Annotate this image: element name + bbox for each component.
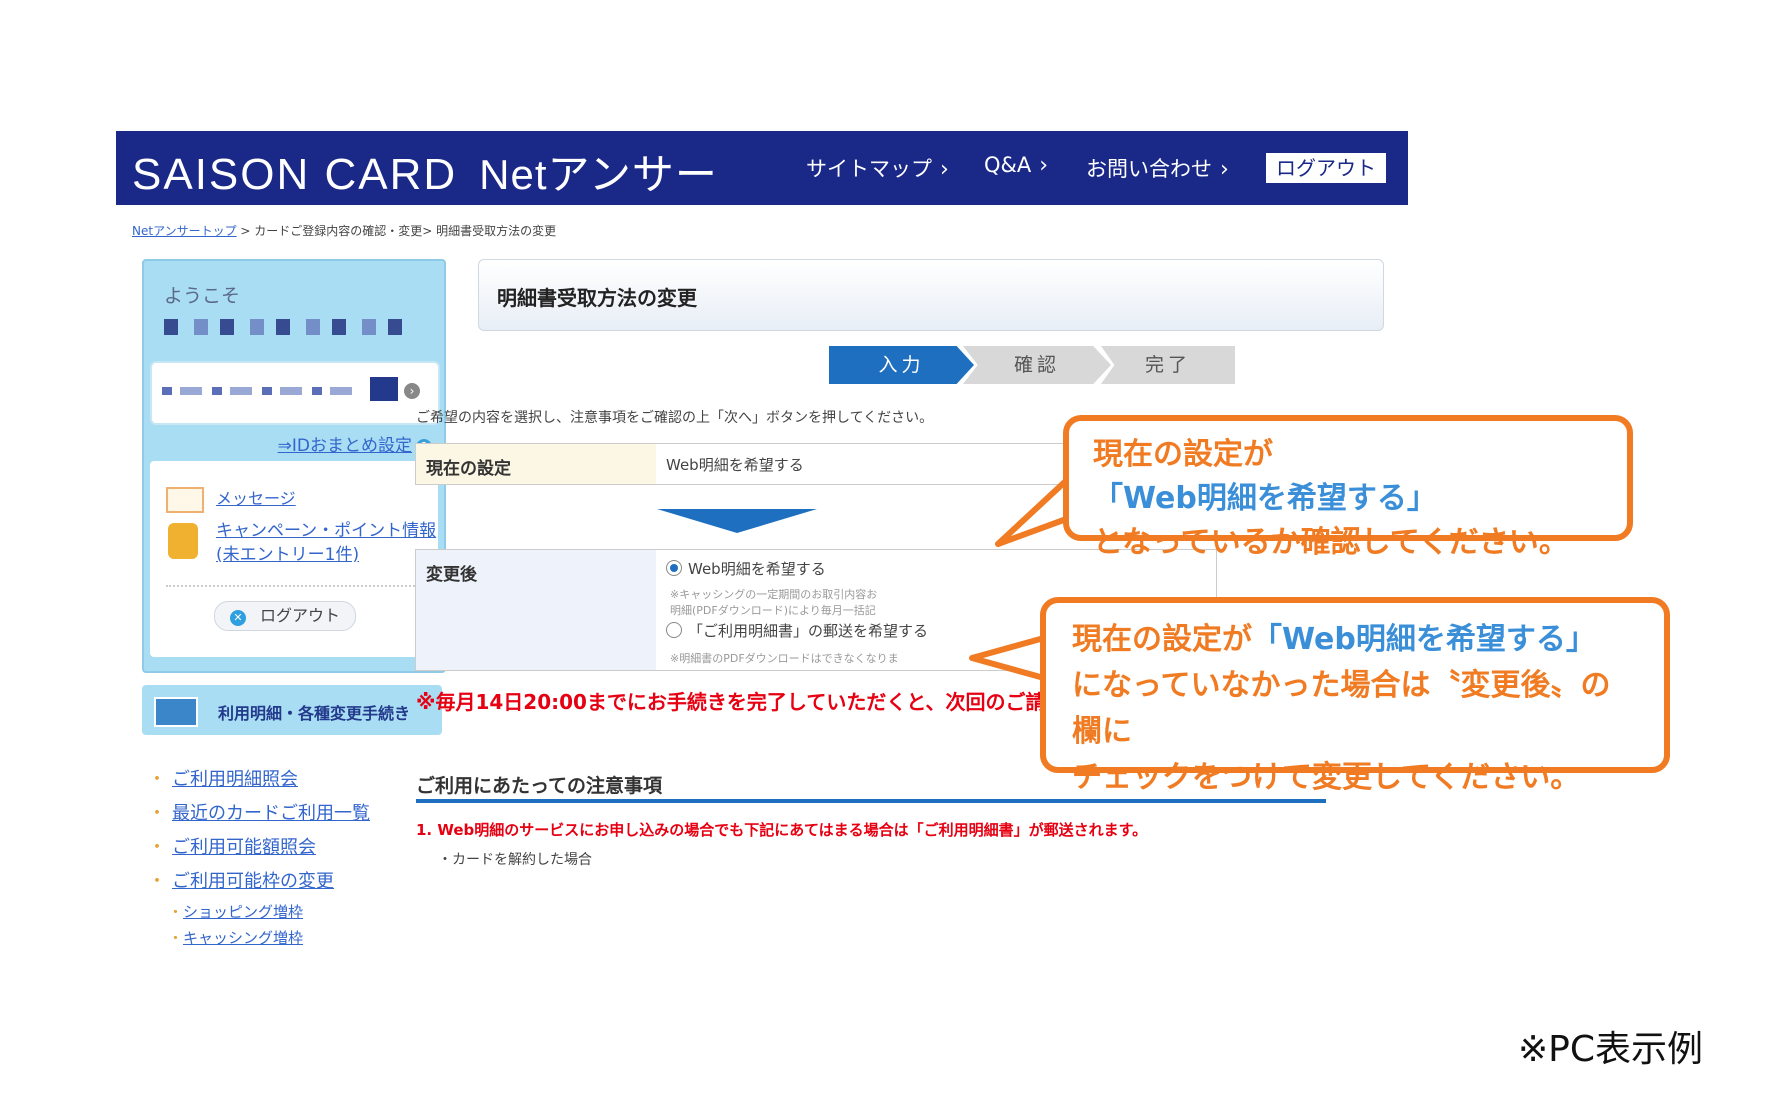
new-setting-label: 変更後	[416, 550, 656, 670]
statement-menu-header: 利用明細・各種変更手続き	[142, 685, 442, 735]
service-name: Netアンサー	[479, 151, 718, 198]
qa-link[interactable]: Q&A ›	[984, 153, 1048, 178]
callout-check-current: 現在の設定が「Web明細を希望する」 となっているか確認してください。	[1063, 415, 1633, 560]
card-switch-icon[interactable]: ›	[404, 383, 420, 399]
current-setting-value: Web明細を希望する	[666, 456, 804, 474]
chevron-right-icon: ›	[940, 157, 949, 182]
step-input: 入力	[829, 346, 974, 384]
breadcrumb-home-link[interactable]: Netアンサートップ	[132, 224, 237, 238]
option1-note-2: 明細(PDFダウンロード)により毎月一括記	[670, 604, 876, 617]
page-title-box: 明細書受取方法の変更	[478, 259, 1384, 331]
menu-item-available-amount[interactable]: ・ご利用可能額照会	[148, 833, 316, 859]
site-header: SAISON CARD Netアンサー サイトマップ › Q&A › お問い合わせ › …	[116, 131, 1408, 205]
option-web-statement[interactable]: Web明細を希望する	[666, 558, 826, 579]
note-1: 1. Web明細のサービスにお申し込みの場合でも下記にあてはまる場合は「ご利用明…	[416, 821, 1148, 839]
divider	[166, 585, 422, 587]
sidebar-user-panel: ようこそ › ⇒IDおまとめ設定? メッセージ キャンペーン・ポイント情報 (未…	[142, 259, 446, 673]
sitemap-link[interactable]: サイトマップ ›	[806, 153, 949, 183]
menu-title: 利用明細・各種変更手続き	[218, 704, 411, 723]
option2-note: ※明細書のPDFダウンロードはできなくなりま	[670, 652, 899, 665]
welcome-text: ようこそ	[164, 285, 241, 307]
radio-selected-icon[interactable]	[666, 560, 682, 576]
user-name-masked	[164, 319, 414, 335]
radio-unselected-icon[interactable]	[666, 622, 682, 638]
page-title: 明細書受取方法の変更	[497, 286, 697, 310]
breadcrumb: Netアンサートップ > カードご登録内容の確認・変更> 明細書受取方法の変更	[132, 222, 556, 239]
option-mail-statement[interactable]: 「ご利用明細書」の郵送を希望する	[666, 620, 928, 641]
menu-subitem-shopping-increase[interactable]: ・ショッピング増枠	[168, 901, 303, 922]
notes-section-title: ご利用にあたっての注意事項	[416, 775, 663, 797]
chevron-right-icon: ›	[1220, 157, 1229, 182]
callout-change-setting: 現在の設定が「Web明細を希望する」 になっていなかった場合は〝変更後〟の欄に …	[1040, 597, 1670, 795]
current-setting-label: 現在の設定	[416, 444, 656, 484]
option1-note-1: ※キャッシングの一定期間のお取引内容お	[670, 588, 878, 601]
contact-link[interactable]: お問い合わせ ›	[1086, 153, 1229, 183]
site-logo[interactable]: SAISON CARD Netアンサー	[132, 141, 718, 202]
step-complete: 完了	[1101, 346, 1235, 384]
card-icon	[370, 377, 398, 401]
campaign-link[interactable]: キャンペーン・ポイント情報 (未エントリー1件)	[216, 519, 436, 567]
pc-display-caption: ※PC表示例	[1518, 1029, 1704, 1070]
callout-2-pointer	[969, 635, 1048, 681]
card-number-masked	[162, 387, 362, 395]
close-icon: ✕	[229, 610, 246, 626]
step-confirm: 確認	[963, 346, 1111, 384]
card-selector[interactable]: ›	[150, 361, 440, 425]
callout-1-pointer	[995, 478, 1074, 547]
mail-icon	[166, 487, 204, 513]
down-arrow-icon	[657, 509, 817, 533]
header-logout-button[interactable]: ログアウト	[1266, 153, 1386, 183]
menu-item-statement-inquiry[interactable]: ・ご利用明細照会	[148, 765, 298, 791]
chevron-right-icon: ›	[1039, 153, 1049, 178]
coins-icon	[168, 523, 198, 559]
note-1-bullet: ・カードを解約した場合	[438, 852, 592, 868]
sidebar-logout-button[interactable]: ✕ ログアウト	[214, 601, 356, 631]
instruction-text: ご希望の内容を選択し、注意事項をご確認の上「次へ」ボタンを押してください。	[416, 410, 934, 426]
id-merge-settings-link[interactable]: ⇒IDおまとめ設定?	[278, 431, 432, 456]
menu-item-recent-usage[interactable]: ・最近のカードご利用一覧	[148, 799, 370, 825]
message-link[interactable]: メッセージ	[216, 485, 296, 509]
breadcrumb-path: > カードご登録内容の確認・変更> 明細書受取方法の変更	[240, 224, 557, 238]
brand-name: SAISON CARD	[132, 150, 458, 199]
sidebar-links-panel: メッセージ キャンペーン・ポイント情報 (未エントリー1件) ✕ ログアウト	[150, 461, 438, 657]
menu-subitem-cashing-increase[interactable]: ・キャッシング増枠	[168, 927, 303, 948]
menu-item-limit-change[interactable]: ・ご利用可能枠の変更	[148, 867, 334, 893]
credit-card-icon	[154, 697, 198, 727]
